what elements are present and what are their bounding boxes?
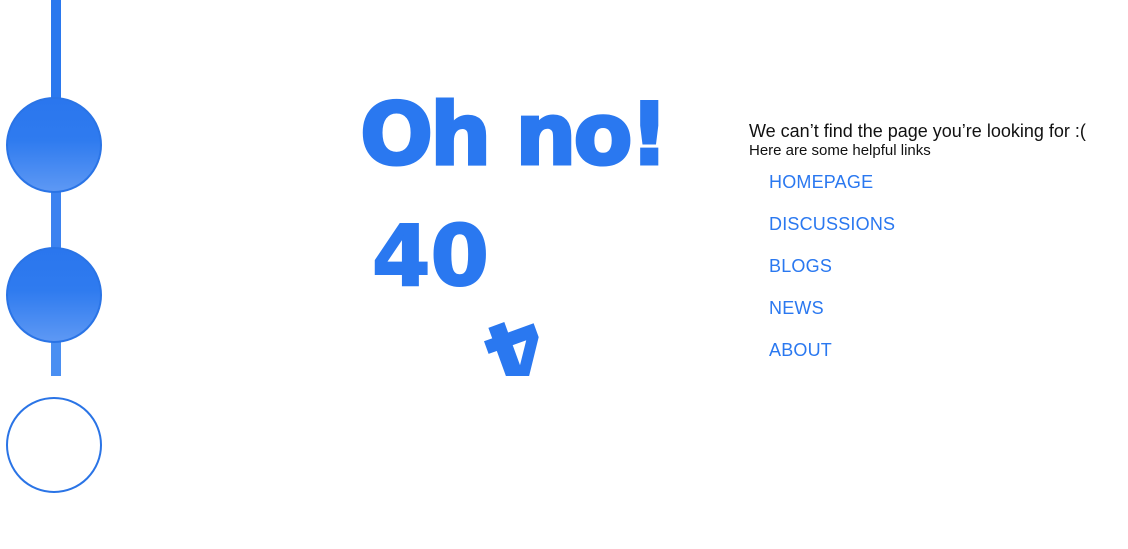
page-title: Oh no!: [359, 85, 671, 185]
list-item: HOMEPAGE: [769, 172, 1119, 214]
link-blogs[interactable]: BLOGS: [769, 256, 832, 276]
fallen-digit: 4: [470, 300, 560, 376]
link-homepage[interactable]: HOMEPAGE: [769, 172, 873, 192]
not-found-message: We can’t find the page you’re looking fo…: [749, 121, 1086, 141]
step-node-filled: [6, 247, 102, 343]
error-code-digits: 40: [371, 207, 490, 305]
step-connector: [51, 340, 61, 376]
page: Oh no! 40 4 We can’t find the page you’r…: [0, 0, 1128, 549]
list-item: BLOGS: [769, 256, 1119, 298]
list-item: NEWS: [769, 298, 1119, 340]
step-connector: [51, 0, 61, 100]
fallen-digit-container: 4: [470, 300, 580, 376]
step-node-filled: [6, 97, 102, 193]
link-discussions[interactable]: DISCUSSIONS: [769, 214, 895, 234]
step-node-empty: [6, 397, 102, 493]
helpful-links-heading: Here are some helpful links: [749, 142, 931, 159]
help-panel: We can’t find the page you’re looking fo…: [749, 120, 1119, 382]
link-about[interactable]: ABOUT: [769, 340, 832, 360]
helpful-links-list: HOMEPAGE DISCUSSIONS BLOGS NEWS ABOUT: [749, 172, 1119, 382]
list-item: ABOUT: [769, 340, 1119, 382]
list-item: DISCUSSIONS: [769, 214, 1119, 256]
link-news[interactable]: NEWS: [769, 298, 824, 318]
step-connector: [51, 190, 61, 250]
